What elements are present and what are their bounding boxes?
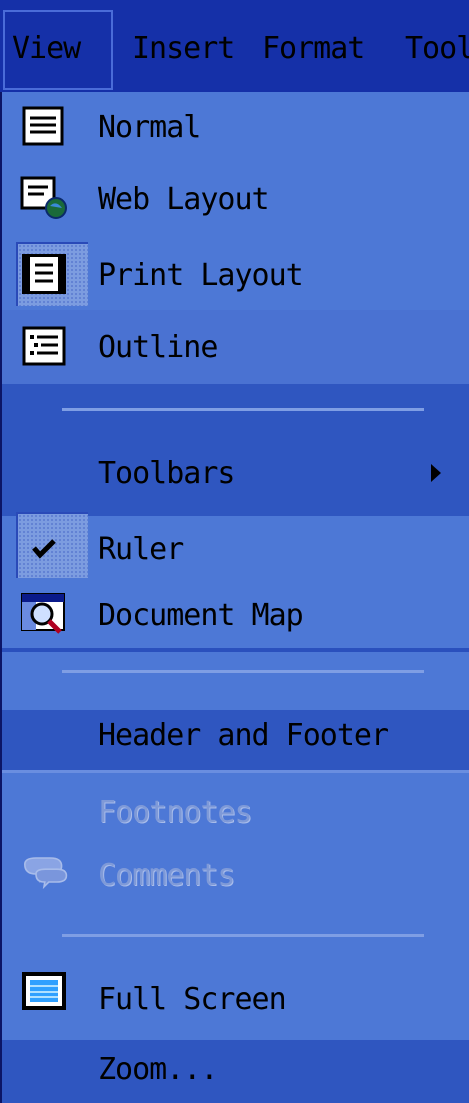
document-map-icon [21,593,65,634]
menu-item-document-map-label: Document Map [98,598,304,633]
menu-item-comments-label: Comments [98,858,235,893]
menu-insert[interactable]: Insert [132,34,235,64]
web-layout-icon [20,176,67,219]
menu-item-ruler[interactable]: Ruler [2,512,469,582]
full-screen-icon [22,972,66,1010]
menu-item-outline[interactable]: Outline [2,310,469,384]
menu-item-normal[interactable]: Normal [2,92,469,158]
separator-row-3 [2,910,469,960]
menu-item-document-map[interactable]: Document Map [2,582,469,648]
menu-item-ruler-label: Ruler [98,532,184,567]
menu-item-outline-label: Outline [98,330,218,365]
menu-item-print-layout-label: Print Layout [98,258,304,293]
menu-view[interactable]: View [12,34,81,64]
menu-item-zoom-label: Zoom... [98,1052,218,1087]
checkmark-icon [32,539,56,559]
menu-item-zoom[interactable]: Zoom... [2,1040,469,1103]
view-dropdown-menu: Normal Web Layout Print Layout Outline T… [2,92,469,1103]
menu-item-full-screen[interactable]: Full Screen [2,960,469,1040]
menu-item-web-layout-label: Web Layout [98,182,270,217]
outline-view-icon [22,326,66,366]
menu-bar: View Insert Format Tool [0,0,469,92]
comments-icon [23,857,68,890]
separator-2 [62,670,424,673]
separator-row-2 [2,648,469,710]
menu-item-web-layout[interactable]: Web Layout [2,158,469,238]
normal-view-icon [22,106,64,146]
menu-item-print-layout[interactable]: Print Layout [2,238,469,310]
separator-1 [62,408,424,411]
menu-item-footnotes: Footnotes [2,770,469,844]
submenu-arrow-icon [431,464,441,482]
menu-item-toolbars-label: Toolbars [98,456,235,491]
menu-item-footnotes-label: Footnotes [98,795,253,830]
menu-item-header-footer-label: Header and Footer [98,718,389,753]
menu-item-full-screen-label: Full Screen [98,982,287,1017]
menu-item-header-footer[interactable]: Header and Footer [2,710,469,770]
menu-tools[interactable]: Tool [405,34,469,64]
menu-format[interactable]: Format [262,34,365,64]
separator-3 [62,934,424,937]
separator-row-1 [2,384,469,466]
menu-item-normal-label: Normal [98,110,201,145]
print-layout-icon [22,254,66,294]
menu-item-comments: Comments [2,844,469,910]
menu-item-toolbars[interactable]: Toolbars [2,456,469,516]
